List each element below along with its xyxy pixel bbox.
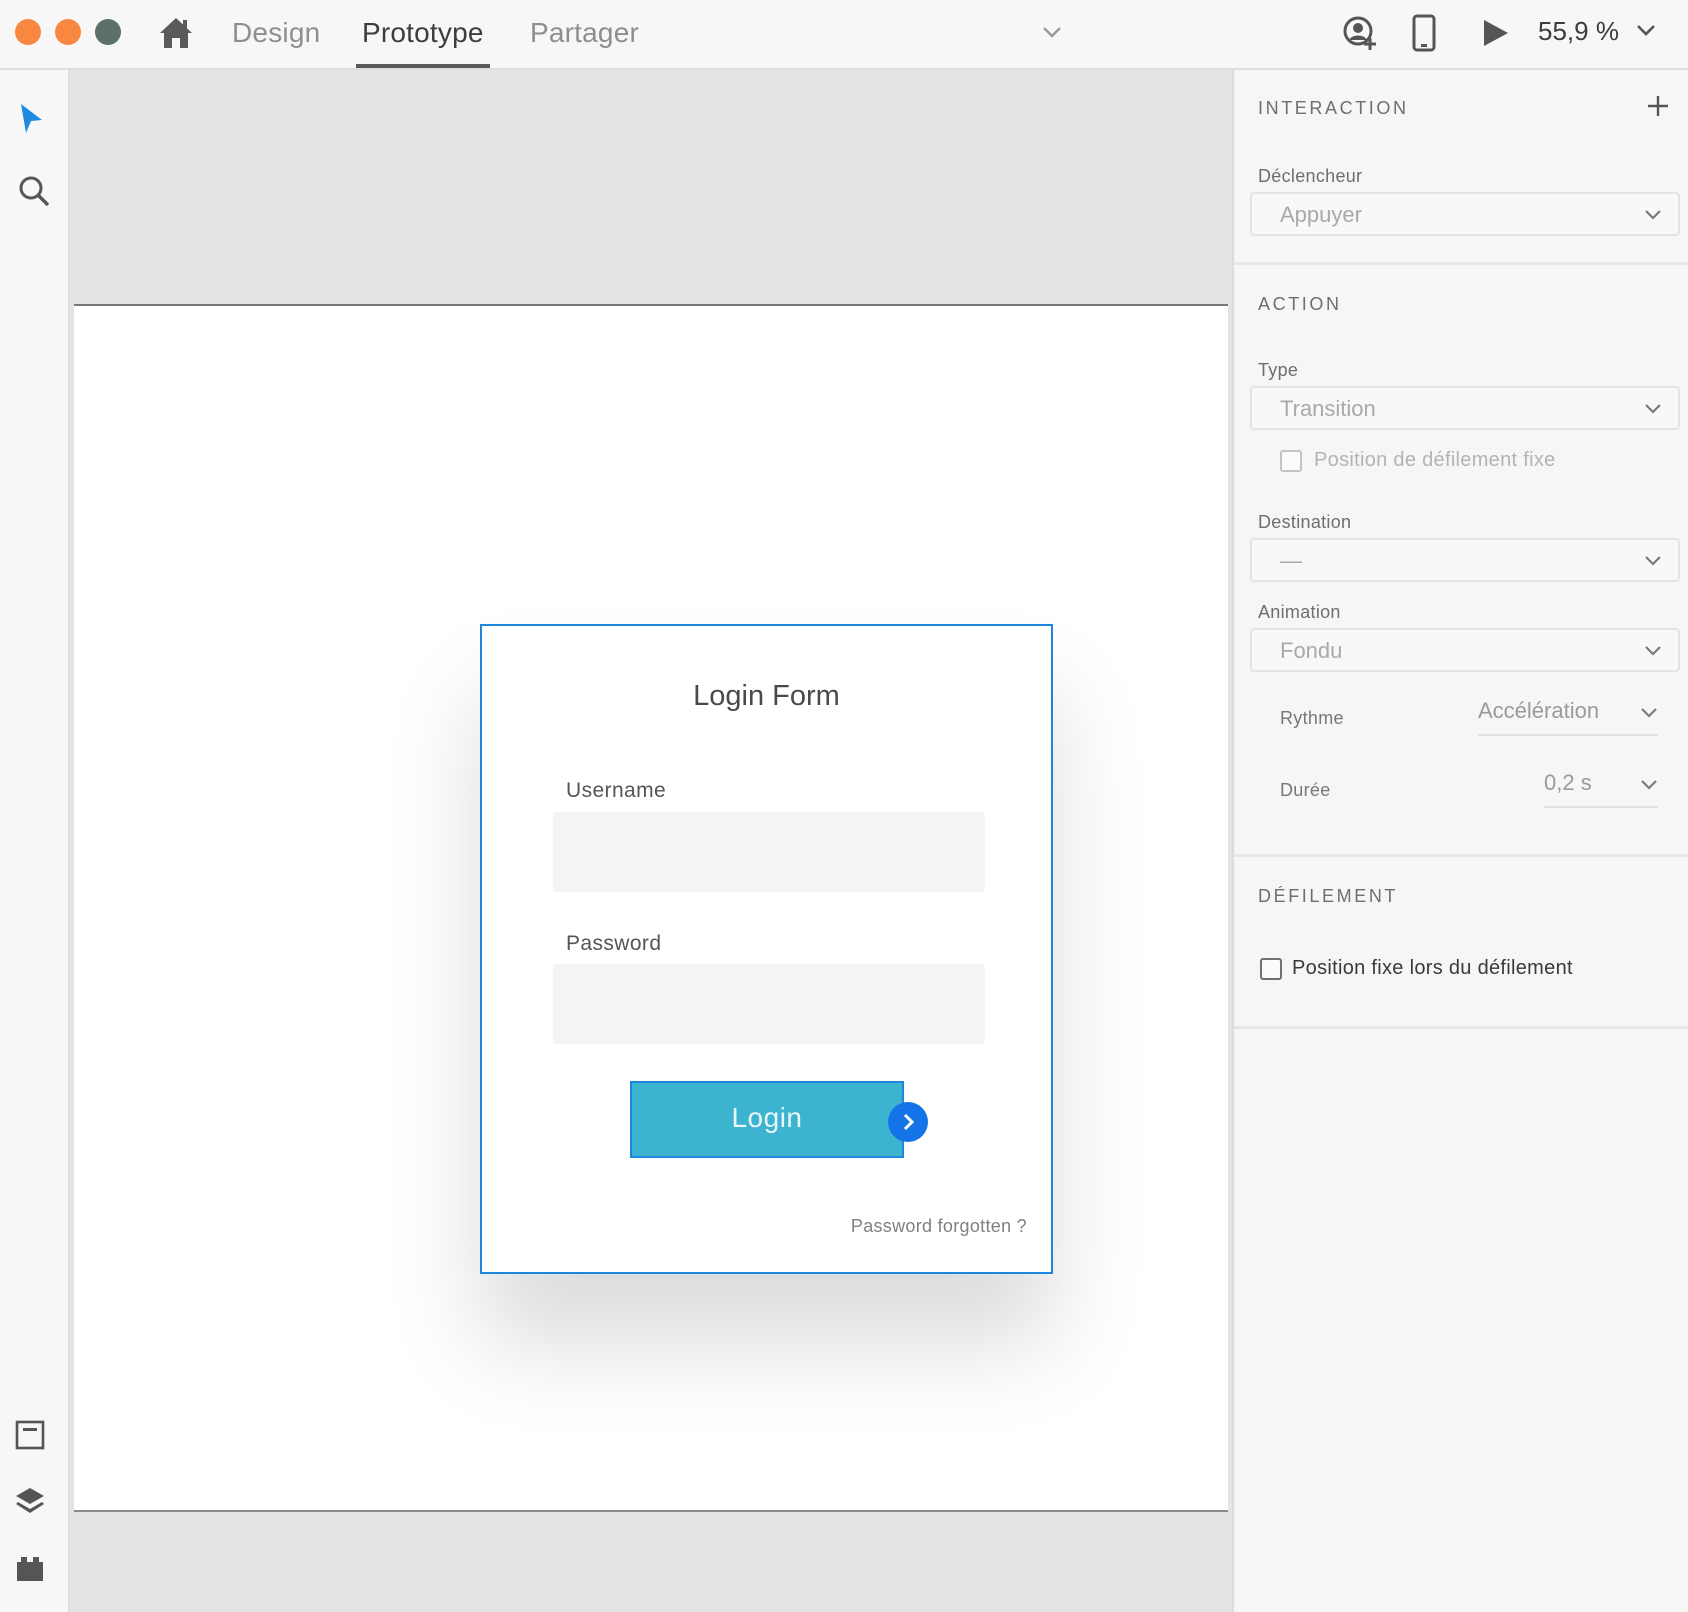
chevron-right-icon bbox=[903, 1113, 915, 1131]
trigger-value: Appuyer bbox=[1280, 202, 1362, 227]
destination-value: — bbox=[1280, 548, 1302, 573]
mobile-preview-icon[interactable] bbox=[1412, 14, 1436, 52]
duration-value: 0,2 s bbox=[1544, 770, 1592, 795]
layers-icon[interactable] bbox=[14, 1486, 46, 1516]
zoom-icon[interactable] bbox=[17, 174, 51, 208]
chevron-down-icon bbox=[1641, 780, 1657, 790]
tab-share[interactable]: Partager bbox=[530, 14, 639, 68]
duration-select[interactable]: 0,2 s bbox=[1544, 768, 1658, 808]
login-form-title: Login Form bbox=[693, 680, 840, 712]
chevron-down-icon bbox=[1645, 210, 1661, 220]
user-add-icon[interactable] bbox=[1342, 15, 1378, 51]
animation-dropdown[interactable]: Fondu bbox=[1250, 628, 1680, 672]
fixed-scroll-position-checkbox[interactable] bbox=[1280, 450, 1302, 472]
fixed-position-on-scroll-label: Position fixe lors du défilement bbox=[1292, 957, 1573, 979]
plugins-icon[interactable] bbox=[15, 1555, 45, 1583]
close-window-button[interactable] bbox=[15, 19, 41, 45]
password-label: Password bbox=[566, 932, 662, 955]
chevron-down-icon bbox=[1645, 556, 1661, 566]
fixed-position-on-scroll-checkbox[interactable] bbox=[1260, 958, 1282, 980]
type-value: Transition bbox=[1280, 396, 1376, 421]
action-section-title: ACTION bbox=[1258, 294, 1342, 314]
select-arrow-icon[interactable] bbox=[18, 102, 44, 136]
chevron-down-icon bbox=[1641, 708, 1657, 718]
scroll-section-title: DÉFILEMENT bbox=[1258, 886, 1399, 906]
password-input[interactable] bbox=[553, 964, 985, 1044]
easing-value: Accélération bbox=[1478, 698, 1600, 723]
login-form-card[interactable]: Login Form Username Password Login Passw… bbox=[480, 624, 1053, 1274]
play-icon[interactable] bbox=[1482, 18, 1510, 48]
password-forgotten-link[interactable]: Password forgotten ? bbox=[851, 1216, 1027, 1237]
artboards-icon[interactable] bbox=[15, 1420, 45, 1450]
minimize-window-button[interactable] bbox=[55, 19, 81, 45]
add-interaction-icon[interactable] bbox=[1646, 94, 1670, 118]
zoom-level[interactable]: 55,9 % bbox=[1538, 16, 1619, 47]
artboard[interactable]: Login Form Username Password Login Passw… bbox=[74, 304, 1228, 1512]
type-dropdown[interactable]: Transition bbox=[1250, 386, 1680, 430]
section-divider bbox=[1234, 262, 1688, 265]
top-bar: Design Prototype Partager 55,9 % bbox=[0, 0, 1688, 70]
interaction-wire-handle[interactable] bbox=[888, 1102, 928, 1142]
home-icon[interactable] bbox=[158, 15, 194, 51]
maximize-window-button[interactable] bbox=[95, 19, 121, 45]
chevron-down-icon[interactable] bbox=[1040, 22, 1064, 42]
easing-label: Rythme bbox=[1280, 708, 1344, 728]
username-label: Username bbox=[566, 779, 667, 802]
fixed-scroll-position-label: Position de défilement fixe bbox=[1314, 449, 1556, 471]
property-inspector: INTERACTION Déclencheur Appuyer ACTION T… bbox=[1232, 70, 1688, 1612]
section-divider bbox=[1234, 854, 1688, 857]
left-toolbar bbox=[0, 70, 70, 1612]
trigger-dropdown[interactable]: Appuyer bbox=[1250, 192, 1680, 236]
username-input[interactable] bbox=[553, 812, 985, 892]
chevron-down-icon[interactable] bbox=[1634, 20, 1658, 40]
tab-prototype[interactable]: Prototype bbox=[356, 14, 490, 68]
easing-select[interactable]: Accélération bbox=[1478, 696, 1658, 736]
login-button[interactable]: Login bbox=[630, 1081, 904, 1158]
design-canvas[interactable]: Login Form Username Password Login Passw… bbox=[70, 70, 1232, 1612]
chevron-down-icon bbox=[1645, 404, 1661, 414]
animation-label: Animation bbox=[1258, 602, 1341, 622]
animation-value: Fondu bbox=[1280, 638, 1343, 663]
tab-design[interactable]: Design bbox=[232, 14, 320, 68]
interaction-section-title: INTERACTION bbox=[1258, 98, 1409, 118]
chevron-down-icon bbox=[1645, 646, 1661, 656]
type-label: Type bbox=[1258, 360, 1299, 380]
destination-dropdown[interactable]: — bbox=[1250, 538, 1680, 582]
destination-label: Destination bbox=[1258, 512, 1352, 532]
section-divider bbox=[1234, 1026, 1688, 1029]
duration-label: Durée bbox=[1280, 780, 1331, 800]
trigger-label: Déclencheur bbox=[1258, 166, 1363, 186]
